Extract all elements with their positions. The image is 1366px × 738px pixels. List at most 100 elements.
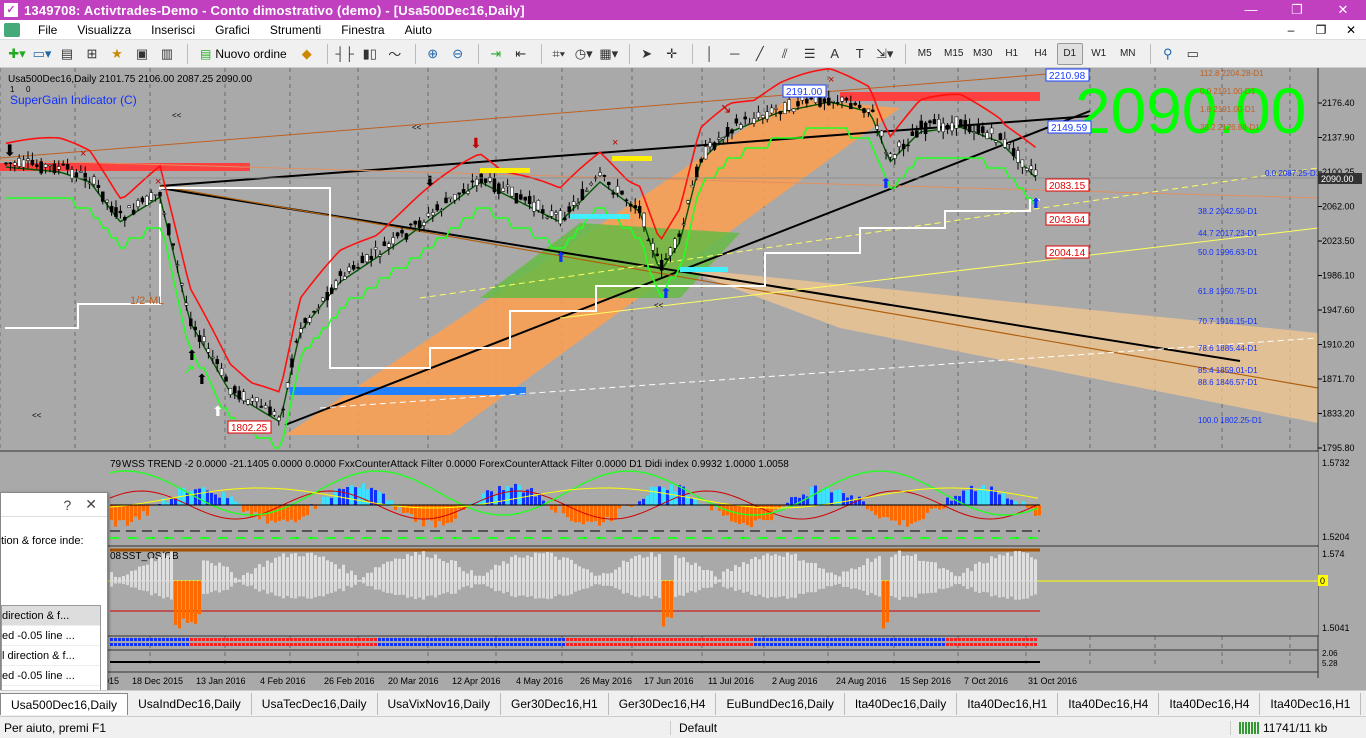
- candlestick-icon[interactable]: ▮▯: [359, 43, 381, 65]
- histogram-bar: [142, 565, 145, 581]
- periods-icon[interactable]: ◷▾: [573, 43, 595, 65]
- list-item[interactable]: ed -0.05 line ...: [2, 626, 100, 646]
- new-chart-icon[interactable]: ✚▾: [6, 43, 28, 65]
- navigator-icon[interactable]: ★: [106, 43, 128, 65]
- new-order-button[interactable]: ▤ Nuovo ordine: [194, 43, 293, 65]
- autoscroll-icon[interactable]: ⇥: [485, 43, 507, 65]
- histogram-bar: [782, 581, 785, 597]
- label-icon[interactable]: T: [849, 43, 871, 65]
- list-item[interactable]: ed -0.05 line ...: [2, 666, 100, 686]
- histogram-bar: [1022, 501, 1025, 505]
- restore-button[interactable]: ❐: [1274, 0, 1320, 20]
- tab-usa500-daily[interactable]: Usa500Dec16,Daily: [0, 692, 129, 715]
- panel3-dots: [110, 638, 1037, 646]
- histogram-bar: [222, 492, 225, 505]
- child-minimize-button[interactable]: –: [1276, 23, 1306, 37]
- chart-shift-icon[interactable]: ⇤: [510, 43, 532, 65]
- signal-dot: [138, 643, 141, 646]
- tab-ger30-h1[interactable]: Ger30Dec16,H1: [501, 692, 609, 715]
- timeframe-m5[interactable]: M5: [912, 43, 938, 65]
- tester-icon[interactable]: ▥: [156, 43, 178, 65]
- histogram-bar: [818, 568, 821, 581]
- data-window-icon[interactable]: ⊞: [81, 43, 103, 65]
- histogram-bar: [382, 581, 385, 592]
- terminal-icon[interactable]: ▣: [131, 43, 153, 65]
- menu-view[interactable]: Visualizza: [67, 23, 141, 37]
- cross-marker: ×: [612, 137, 618, 149]
- close-button[interactable]: ✕: [1320, 0, 1366, 20]
- chart-canvas[interactable]: ⬇ ⬇ ⬇ ↘ ⬆ ⬆ ⬆ ⬆ ⬆ ⬆ ⬆ ↗ × × × × Usa500De…: [0, 68, 1366, 690]
- tab-ita40-h4-2[interactable]: Ita40Dec16,H4: [1159, 692, 1261, 715]
- channel-icon[interactable]: ⫽: [774, 43, 796, 65]
- menu-help[interactable]: Aiuto: [395, 23, 442, 37]
- menu-window[interactable]: Finestra: [331, 23, 394, 37]
- market-watch-icon[interactable]: ▤: [56, 43, 78, 65]
- histogram-bar: [862, 565, 865, 581]
- help-icon[interactable]: ?: [63, 497, 71, 513]
- histogram-bar: [878, 505, 881, 519]
- arrows-icon[interactable]: ⇲▾: [874, 43, 896, 65]
- candle-body: [184, 302, 189, 306]
- text-icon[interactable]: A: [824, 43, 846, 65]
- candle-body: [791, 108, 796, 112]
- candle-body: [875, 125, 879, 130]
- tab-usavix-daily[interactable]: UsaVixNov16,Daily: [378, 692, 501, 715]
- tab-ita40-h1[interactable]: Ita40Dec16,H1: [957, 692, 1059, 715]
- app-icon: ✓: [4, 3, 18, 17]
- signal-dot: [790, 643, 793, 646]
- histogram-bar: [494, 564, 497, 581]
- child-close-button[interactable]: ✕: [1336, 23, 1366, 37]
- signal-dot: [122, 643, 125, 646]
- horizontal-line-icon[interactable]: ─: [724, 43, 746, 65]
- timeframe-mn[interactable]: MN: [1115, 43, 1141, 65]
- expand-icon[interactable]: ▭: [1182, 43, 1204, 65]
- search-icon[interactable]: ⚲: [1157, 43, 1179, 65]
- signal-dot: [730, 638, 733, 641]
- tab-ita40-h1-2[interactable]: Ita40Dec16,H1: [1260, 692, 1362, 715]
- tab-ger30-h4[interactable]: Ger30Dec16,H4: [609, 692, 717, 715]
- templates-icon[interactable]: ▦▾: [598, 43, 620, 65]
- menu-file[interactable]: File: [28, 23, 67, 37]
- vertical-line-icon[interactable]: │: [699, 43, 721, 65]
- crosshair-icon[interactable]: ✛: [661, 43, 683, 65]
- timeframe-w1[interactable]: W1: [1086, 43, 1112, 65]
- tab-usaind-daily[interactable]: UsaIndDec16,Daily: [128, 692, 252, 715]
- timeframe-h1[interactable]: H1: [999, 43, 1025, 65]
- trendline-icon[interactable]: ╱: [749, 43, 771, 65]
- timeframe-m30[interactable]: M30: [970, 43, 996, 65]
- fibonacci-icon[interactable]: ☰: [799, 43, 821, 65]
- autotrading-icon[interactable]: ◆: [296, 43, 318, 65]
- timeframe-m15[interactable]: M15: [941, 43, 967, 65]
- signal-dot: [150, 643, 153, 646]
- cursor-icon[interactable]: ➤: [636, 43, 658, 65]
- signal-dot: [454, 638, 457, 641]
- histogram-bar: [522, 492, 525, 505]
- histogram-bar: [574, 581, 577, 592]
- signal-dot: [474, 643, 477, 646]
- menu-insert[interactable]: Inserisci: [141, 23, 205, 37]
- line-chart-icon[interactable]: 〜: [384, 43, 406, 65]
- histogram-bar: [354, 581, 357, 585]
- timeframe-h4[interactable]: H4: [1028, 43, 1054, 65]
- minimize-button[interactable]: —: [1228, 0, 1274, 20]
- list-item[interactable]: direction & f...: [2, 606, 100, 626]
- zoom-out-icon[interactable]: ⊖: [447, 43, 469, 65]
- close-icon[interactable]: ✕: [85, 496, 97, 513]
- profiles-icon[interactable]: ▭▾: [31, 43, 53, 65]
- indicators-icon[interactable]: ⌗▾: [548, 43, 570, 65]
- tab-ita40-h4[interactable]: Ita40Dec16,H4: [1058, 692, 1160, 715]
- child-restore-button[interactable]: ❐: [1306, 23, 1336, 37]
- signal-dot: [298, 638, 301, 641]
- list-item[interactable]: l direction & f...: [2, 646, 100, 666]
- zoom-in-icon[interactable]: ⊕: [422, 43, 444, 65]
- bar-chart-icon[interactable]: ┤├: [334, 43, 356, 65]
- tab-it[interactable]: It: [1361, 693, 1366, 715]
- tab-ita40-daily[interactable]: Ita40Dec16,Daily: [845, 692, 958, 715]
- chart-window[interactable]: ⬇ ⬇ ⬇ ↘ ⬆ ⬆ ⬆ ⬆ ⬆ ⬆ ⬆ ↗ × × × × Usa500De…: [0, 68, 1366, 736]
- menu-tools[interactable]: Strumenti: [260, 23, 331, 37]
- timeframe-d1[interactable]: D1: [1056, 42, 1083, 65]
- menu-charts[interactable]: Grafici: [205, 23, 260, 37]
- candle-body: [805, 98, 809, 104]
- tab-usatec-daily[interactable]: UsaTecDec16,Daily: [252, 692, 378, 715]
- tab-eubund-daily[interactable]: EuBundDec16,Daily: [716, 692, 845, 715]
